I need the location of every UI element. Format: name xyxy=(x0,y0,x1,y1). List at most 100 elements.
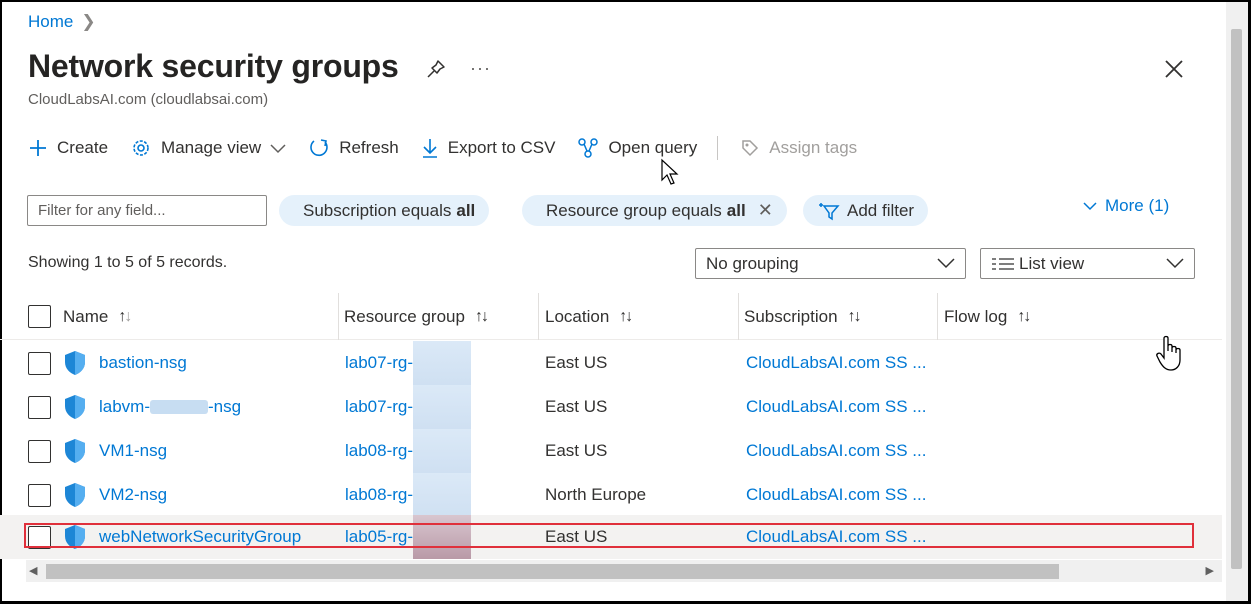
sort-icon: ↑↓ xyxy=(619,307,633,325)
column-divider[interactable] xyxy=(738,293,739,340)
column-header-subscription[interactable]: Subscription ↑↓ xyxy=(744,293,862,340)
create-button[interactable]: Create xyxy=(28,138,108,158)
table-row[interactable]: bastion-nsg lab07-rg- East US CloudLabsA… xyxy=(0,341,1222,385)
add-filter-button[interactable]: Add filter xyxy=(803,195,929,226)
column-header-flow-log[interactable]: Flow log ↑↓ xyxy=(944,293,1031,340)
refresh-button[interactable]: Refresh xyxy=(308,137,399,159)
subscription-link[interactable]: CloudLabsAI.com SS ... xyxy=(746,341,926,385)
resource-group-text: lab08-rg- xyxy=(345,441,414,460)
export-csv-button[interactable]: Export to CSV xyxy=(421,137,556,159)
table-row[interactable]: VM1-nsg lab08-rg- East US CloudLabsAI.co… xyxy=(0,429,1222,473)
toolbar-divider xyxy=(717,136,719,160)
nsg-shield-icon-cell xyxy=(63,473,87,517)
open-query-button[interactable]: Open query xyxy=(577,137,697,159)
subscription-link[interactable]: CloudLabsAI.com SS ... xyxy=(746,473,926,517)
chevron-down-icon xyxy=(1166,258,1184,269)
nsg-name-prefix: labvm- xyxy=(99,397,151,416)
resource-group-link[interactable]: lab07-rg- xyxy=(345,385,472,429)
resource-group-link[interactable]: lab07-rg- xyxy=(345,341,472,385)
shield-icon xyxy=(65,395,85,419)
add-filter-icon xyxy=(819,202,840,220)
add-filter-label: Add filter xyxy=(847,200,915,220)
view-mode-value: List view xyxy=(1019,253,1085,273)
column-flow-log-label: Flow log xyxy=(944,306,1008,326)
row-checkbox-cell xyxy=(28,341,51,385)
row-checkbox-cell xyxy=(28,473,51,517)
vertical-scrollbar[interactable] xyxy=(1226,2,1248,601)
chevron-down-icon xyxy=(1083,202,1097,211)
sort-icon: ↑↓ xyxy=(474,307,489,325)
table-row[interactable]: VM2-nsg lab08-rg- North Europe CloudLabs… xyxy=(0,473,1222,517)
resource-group-filter-pill[interactable]: Resource group equals all ✕ xyxy=(522,195,787,226)
command-bar: Create Manage view Refresh Export to CSV… xyxy=(28,132,879,164)
row-checkbox[interactable] xyxy=(28,395,51,419)
subscription-link[interactable]: CloudLabsAI.com SS ... xyxy=(746,385,926,429)
location-cell: East US xyxy=(545,353,608,372)
scroll-left-icon[interactable]: ◀ xyxy=(29,564,37,577)
select-all-checkbox[interactable] xyxy=(28,305,51,328)
list-view-icon xyxy=(992,257,1014,270)
more-filters-link[interactable]: More (1) xyxy=(1083,196,1169,216)
row-checkbox[interactable] xyxy=(28,483,51,507)
grouping-select[interactable]: No grouping xyxy=(695,248,966,279)
subscription-link[interactable]: CloudLabsAI.com SS ... xyxy=(746,429,926,473)
mouse-pointer-icon xyxy=(661,158,679,185)
column-divider[interactable] xyxy=(338,293,339,340)
location-cell: North Europe xyxy=(545,485,647,504)
nsg-name-link[interactable]: labvm- -nsg xyxy=(99,385,241,429)
column-location-label: Location xyxy=(545,306,610,326)
download-icon xyxy=(422,139,437,158)
scroll-right-icon[interactable]: ▶ xyxy=(1206,564,1214,577)
subscription-filter-pill[interactable]: Subscription equals all xyxy=(279,195,490,226)
more-options-button[interactable]: ··· xyxy=(470,58,491,79)
column-divider[interactable] xyxy=(937,293,938,340)
resource-group-filter-label: Resource group equals xyxy=(546,200,722,220)
export-csv-label: Export to CSV xyxy=(447,138,556,157)
assign-tags-button[interactable]: Assign tags xyxy=(740,138,857,158)
close-icon[interactable] xyxy=(1163,58,1185,80)
tag-icon xyxy=(742,140,759,157)
subscription-filter-value: all xyxy=(456,200,476,220)
sort-icon: ↑↓ xyxy=(118,307,132,325)
subscription-filter-label: Subscription equals xyxy=(303,200,452,220)
query-icon xyxy=(578,138,599,158)
redacted-area xyxy=(413,429,472,473)
row-checkbox[interactable] xyxy=(28,351,51,375)
nsg-name-link[interactable]: VM2-nsg xyxy=(99,473,167,517)
grid-header: Name ↑↓ Resource group ↑↓ Location ↑↓ Su… xyxy=(0,293,1222,340)
nsg-shield-icon-cell xyxy=(63,341,87,385)
nsg-name-link[interactable]: VM1-nsg xyxy=(99,429,167,473)
close-icon[interactable]: ✕ xyxy=(758,200,773,221)
column-header-name[interactable]: Name ↑↓ xyxy=(63,293,132,340)
column-header-resource-group[interactable]: Resource group ↑↓ xyxy=(344,293,489,340)
view-mode-select[interactable]: List view xyxy=(980,248,1195,279)
horizontal-scrollbar[interactable]: ◀ ▶ xyxy=(26,560,1222,582)
hand-pointer-icon xyxy=(1156,335,1181,371)
filter-input[interactable] xyxy=(27,195,267,226)
breadcrumb-home-link[interactable]: Home xyxy=(28,12,73,32)
more-filters-label: More (1) xyxy=(1105,196,1170,215)
chevron-down-icon xyxy=(937,258,955,269)
resource-group-link[interactable]: lab08-rg- xyxy=(345,473,472,517)
sort-icon: ↑↓ xyxy=(1017,307,1031,325)
vertical-scrollbar-thumb[interactable] xyxy=(1231,29,1242,569)
pin-icon[interactable] xyxy=(425,58,447,80)
manage-view-label: Manage view xyxy=(161,138,262,157)
resource-group-text: lab07-rg- xyxy=(345,353,414,372)
select-all-cell xyxy=(28,293,51,340)
manage-view-button[interactable]: Manage view xyxy=(130,137,286,159)
highlight-annotation xyxy=(24,523,1194,548)
horizontal-scrollbar-thumb[interactable] xyxy=(46,564,1059,579)
resource-group-filter-value: all xyxy=(726,200,746,220)
redacted-area xyxy=(413,473,472,517)
shield-icon xyxy=(65,483,85,507)
column-header-location[interactable]: Location ↑↓ xyxy=(545,293,633,340)
resource-group-link[interactable]: lab08-rg- xyxy=(345,429,472,473)
table-row[interactable]: labvm- -nsg lab07-rg- East US CloudLabsA… xyxy=(0,385,1222,429)
row-checkbox[interactable] xyxy=(28,439,51,463)
column-divider[interactable] xyxy=(538,293,539,340)
create-label: Create xyxy=(57,138,109,157)
column-name-label: Name xyxy=(63,306,109,326)
nsg-name-link[interactable]: bastion-nsg xyxy=(99,341,187,385)
redacted-area xyxy=(150,400,209,414)
